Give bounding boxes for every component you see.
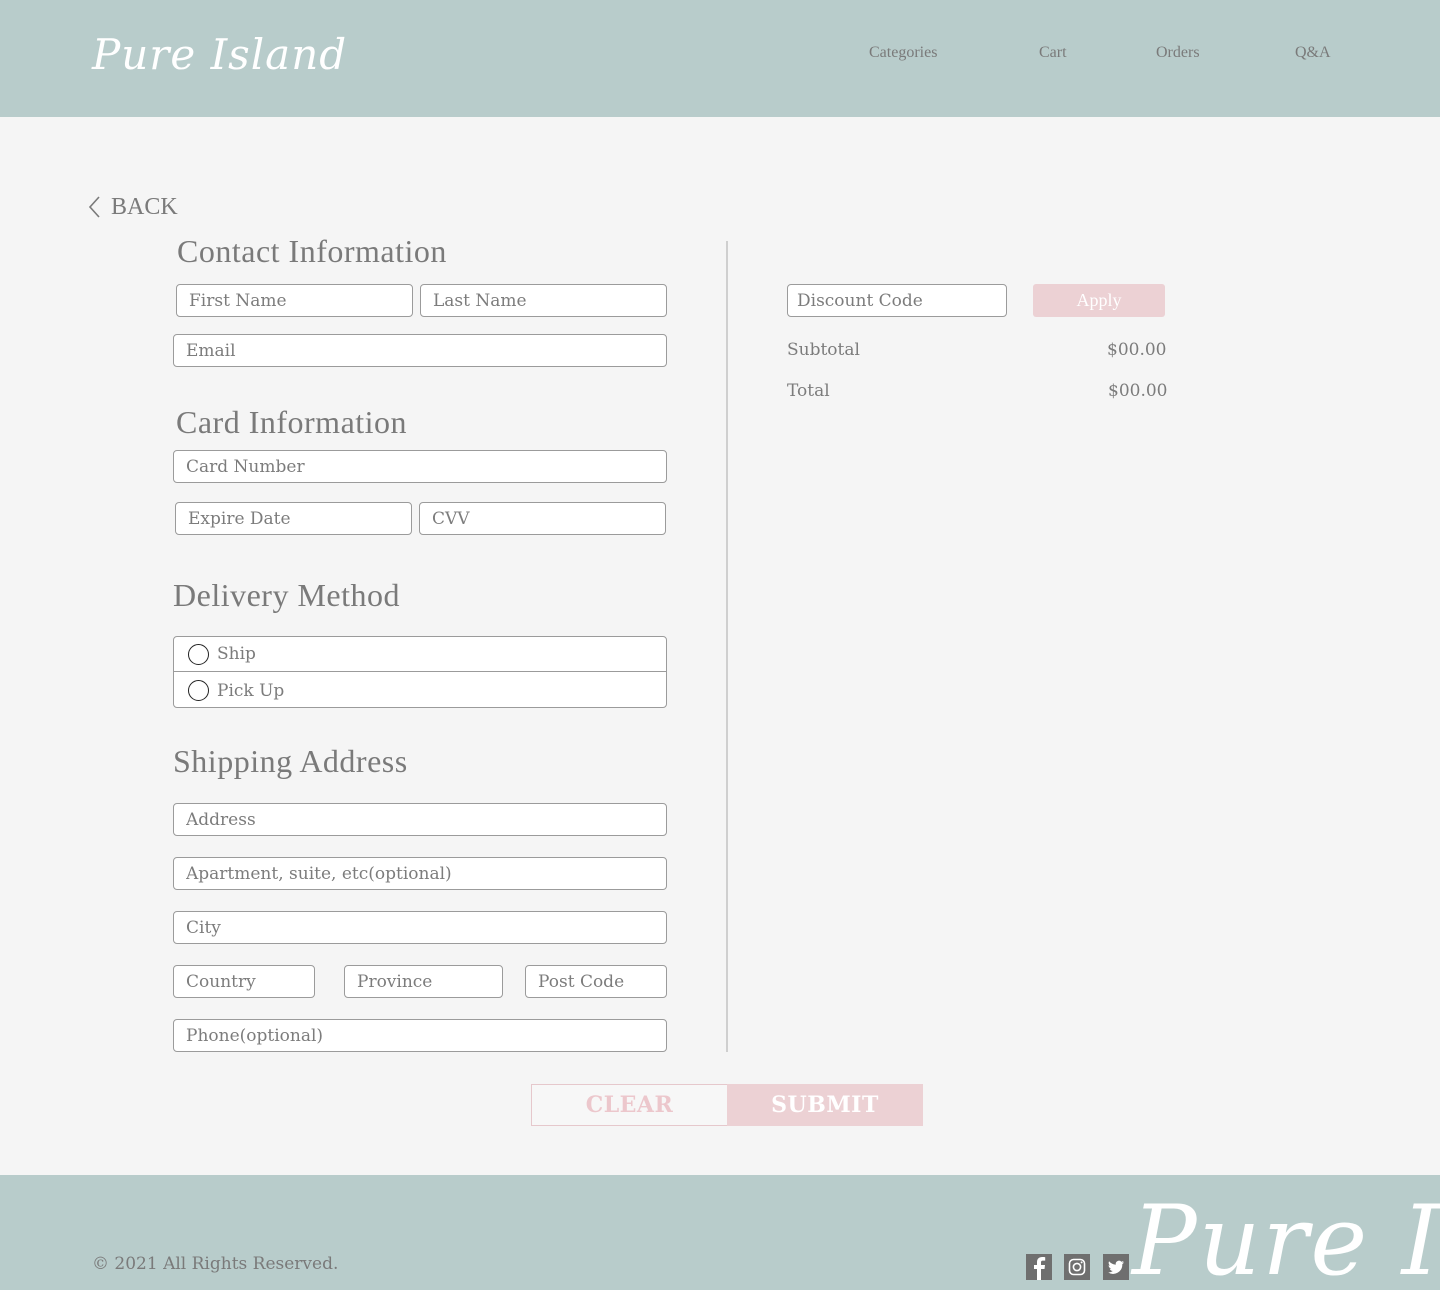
delivery-option-label: Ship <box>217 644 256 664</box>
cvv-field[interactable] <box>419 502 666 535</box>
brand-logo[interactable]: Pure Island <box>92 30 347 79</box>
nav-item-cart[interactable]: Cart <box>1039 44 1067 62</box>
delivery-option-pickup[interactable]: Pick Up <box>174 673 666 708</box>
nav-item-orders[interactable]: Orders <box>1156 44 1200 62</box>
delivery-option-ship[interactable]: Ship <box>174 637 666 672</box>
shipping-title: Shipping Address <box>173 743 408 779</box>
nav-item-categories[interactable]: Categories <box>869 44 937 62</box>
city-field[interactable] <box>173 911 667 944</box>
footer-logo: Pure Island <box>1132 1185 1440 1290</box>
clear-button[interactable]: CLEAR <box>531 1084 727 1126</box>
total-value: $00.00 <box>1108 381 1168 401</box>
contact-title: Contact Information <box>177 233 447 269</box>
apply-button[interactable]: Apply <box>1033 284 1165 317</box>
back-link[interactable]: BACK <box>88 192 178 222</box>
card-number-field[interactable] <box>173 450 667 483</box>
site-header: Pure Island Categories Cart Orders Q&A <box>0 0 1440 117</box>
phone-field[interactable] <box>173 1019 667 1052</box>
radio-button[interactable] <box>188 643 209 665</box>
delivery-method-group: Ship Pick Up <box>173 636 667 708</box>
back-label: BACK <box>111 193 178 220</box>
email-field[interactable] <box>173 334 667 367</box>
twitter-icon[interactable] <box>1103 1254 1129 1280</box>
subtotal-label: Subtotal <box>787 340 860 360</box>
submit-button[interactable]: SUBMIT <box>727 1084 923 1126</box>
chevron-left-icon <box>88 196 100 218</box>
site-footer: © 2021 All Rights Reserved. Pure Island <box>0 1175 1440 1290</box>
total-label: Total <box>787 381 830 401</box>
province-field[interactable] <box>344 965 503 998</box>
subtotal-value: $00.00 <box>1107 340 1167 360</box>
first-name-field[interactable] <box>176 284 413 317</box>
expire-date-field[interactable] <box>175 502 412 535</box>
nav-item-qa[interactable]: Q&A <box>1295 44 1331 62</box>
facebook-icon[interactable] <box>1026 1254 1052 1280</box>
column-divider <box>726 241 728 1052</box>
radio-button[interactable] <box>188 680 209 701</box>
discount-code-field[interactable] <box>787 284 1007 317</box>
instagram-icon[interactable] <box>1064 1254 1090 1280</box>
postcode-field[interactable] <box>525 965 667 998</box>
apartment-field[interactable] <box>173 857 667 890</box>
last-name-field[interactable] <box>420 284 667 317</box>
delivery-option-label: Pick Up <box>217 680 285 701</box>
copyright-text: © 2021 All Rights Reserved. <box>92 1254 339 1274</box>
card-title: Card Information <box>176 404 408 440</box>
address-field[interactable] <box>173 803 667 836</box>
delivery-title: Delivery Method <box>173 577 400 613</box>
country-field[interactable] <box>173 965 315 998</box>
